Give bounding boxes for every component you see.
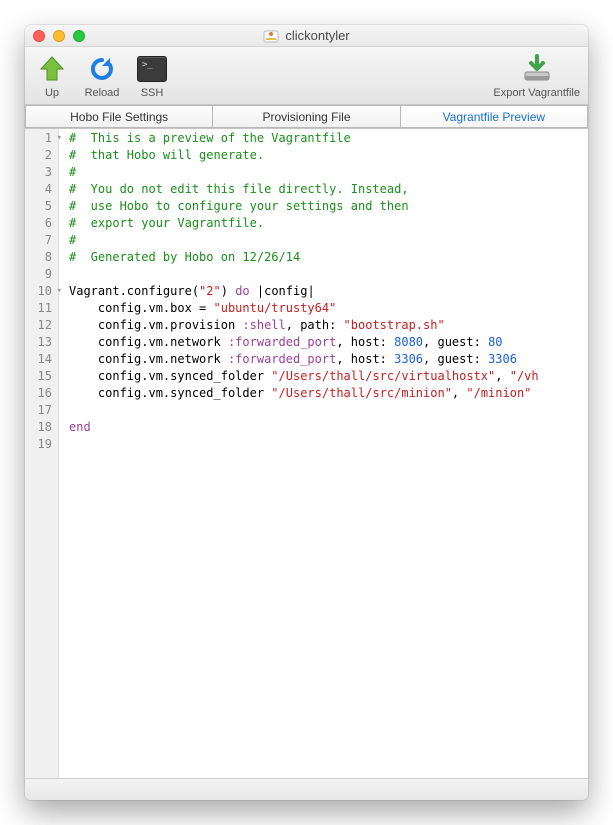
code-line[interactable]: config.vm.box = "ubuntu/trusty64"	[69, 300, 588, 317]
app-icon	[263, 28, 279, 44]
line-number: 13	[25, 334, 52, 351]
up-button[interactable]: Up	[33, 53, 71, 99]
reload-button[interactable]: Reload	[83, 53, 121, 99]
line-number: 8	[25, 249, 52, 266]
line-number: 12	[25, 317, 52, 334]
code-line[interactable]: #	[69, 164, 588, 181]
code-line[interactable]: # export your Vagrantfile.	[69, 215, 588, 232]
line-number: 10	[25, 283, 52, 300]
reload-label: Reload	[85, 87, 120, 99]
title-wrap: clickontyler	[25, 28, 588, 44]
line-number: 16	[25, 385, 52, 402]
window-controls	[33, 30, 85, 42]
code-line[interactable]: config.vm.network :forwarded_port, host:…	[69, 351, 588, 368]
code-line[interactable]	[69, 402, 588, 419]
line-number: 2	[25, 147, 52, 164]
tab-label: Provisioning File	[262, 110, 350, 124]
line-number: 19	[25, 436, 52, 453]
code-line[interactable]: # use Hobo to configure your settings an…	[69, 198, 588, 215]
toolbar: Up Reload SSH	[25, 47, 588, 105]
export-button[interactable]: Export Vagrantfile	[493, 53, 580, 99]
terminal-icon	[136, 53, 168, 85]
line-number: 6	[25, 215, 52, 232]
up-arrow-icon	[36, 53, 68, 85]
code-line[interactable]	[69, 436, 588, 453]
code-line[interactable]: #	[69, 232, 588, 249]
zoom-icon[interactable]	[73, 30, 85, 42]
line-number: 3	[25, 164, 52, 181]
code-line[interactable]: # Generated by Hobo on 12/26/14	[69, 249, 588, 266]
line-number: 15	[25, 368, 52, 385]
code-line[interactable]: config.vm.synced_folder "/Users/thall/sr…	[69, 368, 588, 385]
reload-icon	[86, 53, 118, 85]
up-label: Up	[45, 87, 59, 99]
line-gutter: 12345678910111213141516171819	[25, 129, 59, 778]
code-area[interactable]: # This is a preview of the Vagrantfile# …	[59, 129, 588, 778]
code-line[interactable]: config.vm.network :forwarded_port, host:…	[69, 334, 588, 351]
tab-vagrant-preview[interactable]: Vagrantfile Preview	[400, 105, 588, 128]
ssh-button[interactable]: SSH	[133, 53, 171, 99]
code-editor[interactable]: 12345678910111213141516171819 # This is …	[25, 129, 588, 778]
line-number: 1	[25, 130, 52, 147]
code-line[interactable]: # that Hobo will generate.	[69, 147, 588, 164]
code-line[interactable]: config.vm.provision :shell, path: "boots…	[69, 317, 588, 334]
code-line[interactable]: Vagrant.configure("2") do |config|	[69, 283, 588, 300]
code-line[interactable]: config.vm.synced_folder "/Users/thall/sr…	[69, 385, 588, 402]
ssh-label: SSH	[141, 87, 164, 99]
tab-bar: Hobo File Settings Provisioning File Vag…	[25, 105, 588, 129]
line-number: 17	[25, 402, 52, 419]
titlebar: clickontyler	[25, 25, 588, 47]
line-number: 14	[25, 351, 52, 368]
tab-hobo-settings[interactable]: Hobo File Settings	[25, 105, 212, 128]
tab-provisioning[interactable]: Provisioning File	[212, 105, 399, 128]
minimize-icon[interactable]	[53, 30, 65, 42]
line-number: 9	[25, 266, 52, 283]
close-icon[interactable]	[33, 30, 45, 42]
code-line[interactable]: # This is a preview of the Vagrantfile	[69, 130, 588, 147]
line-number: 4	[25, 181, 52, 198]
code-line[interactable]: end	[69, 419, 588, 436]
line-number: 11	[25, 300, 52, 317]
app-window: clickontyler Up Reload	[25, 25, 588, 800]
code-line[interactable]	[69, 266, 588, 283]
tab-label: Vagrantfile Preview	[443, 110, 546, 124]
code-line[interactable]: # You do not edit this file directly. In…	[69, 181, 588, 198]
line-number: 18	[25, 419, 52, 436]
export-label: Export Vagrantfile	[493, 87, 580, 99]
line-number: 5	[25, 198, 52, 215]
status-bar	[25, 778, 588, 800]
line-number: 7	[25, 232, 52, 249]
window-title: clickontyler	[285, 28, 349, 43]
tab-label: Hobo File Settings	[70, 110, 168, 124]
toolbar-left: Up Reload SSH	[33, 53, 171, 99]
export-icon	[521, 53, 553, 85]
